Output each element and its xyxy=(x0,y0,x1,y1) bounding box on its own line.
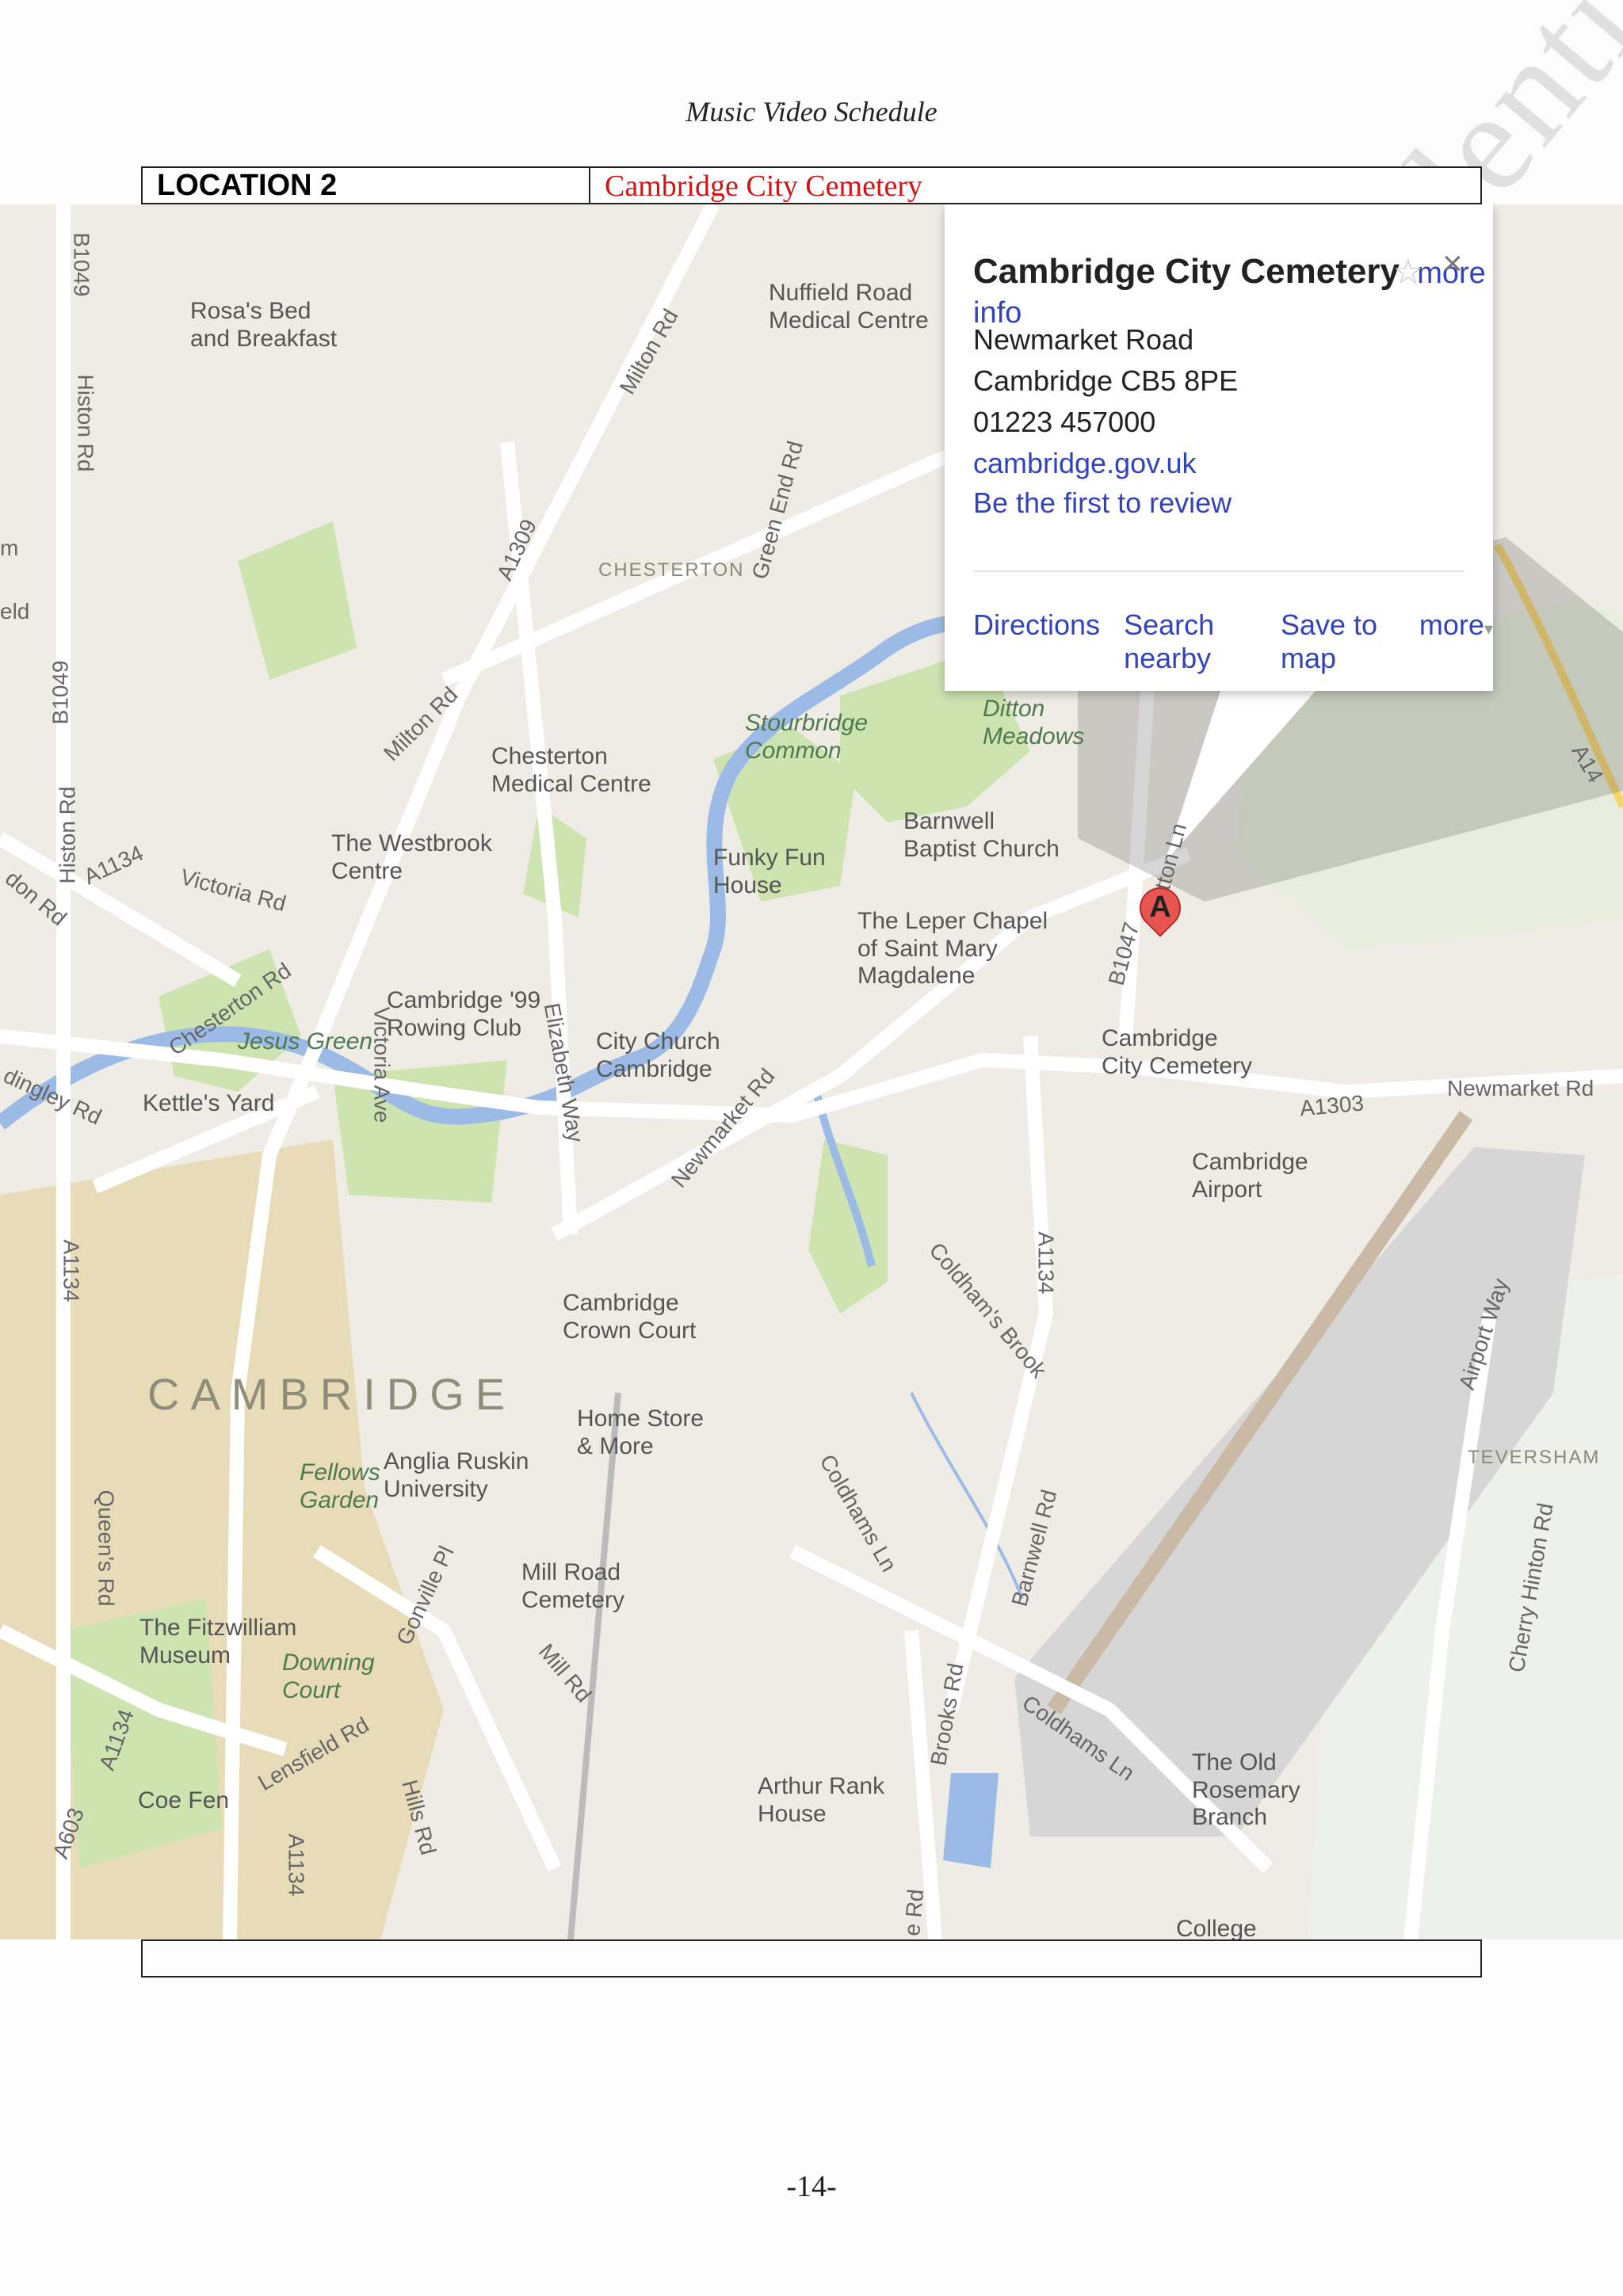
road-histon-2: Histon Rd xyxy=(55,786,80,884)
road-e-rd: e Rd xyxy=(899,1888,929,1937)
place-arthur-rank: Arthur Rank House xyxy=(758,1773,885,1827)
place-college: College xyxy=(1176,1916,1257,1939)
place-airport: Cambridge Airport xyxy=(1192,1149,1308,1203)
place-ditton: Ditton Meadows xyxy=(983,696,1085,749)
save-to-map-link[interactable]: Save to map xyxy=(1281,608,1396,675)
directions-link[interactable]: Directions xyxy=(973,608,1100,675)
place-kettles-yard: Kettle's Yard xyxy=(143,1090,275,1116)
place-teversham: TEVERSHAM xyxy=(1468,1447,1601,1468)
place-chesterton-medical: Chesterton Medical Centre xyxy=(491,743,651,797)
search-nearby-link[interactable]: Search nearby xyxy=(1124,608,1257,675)
place-leper-chapel: The Leper Chapel of Saint Mary Magdalene xyxy=(857,908,1048,989)
info-review-link[interactable]: Be the first to review xyxy=(973,486,1232,520)
info-divider xyxy=(973,570,1465,572)
info-title-text: Cambridge City Cemetery xyxy=(973,252,1400,291)
place-chesterton: CHESTERTON xyxy=(598,559,745,581)
info-address-line1: Newmarket Road xyxy=(973,323,1194,356)
road-a1134-vert: A1134 xyxy=(1033,1231,1059,1295)
place-crown-court: Cambridge Crown Court xyxy=(563,1290,697,1344)
place-city-church: City Church Cambridge xyxy=(596,1028,720,1082)
place-downing-court: Downing Court xyxy=(282,1650,375,1703)
info-actions: Directions Search nearby Save to map mor… xyxy=(973,608,1493,675)
road-newmarket-rd-right: Newmarket Rd xyxy=(1447,1076,1594,1100)
place-barnwell-baptist: Barnwell Baptist Church xyxy=(903,808,1060,862)
place-rosas: Rosa's Bed and Breakfast xyxy=(190,298,338,352)
place-anglia-ruskin: Anglia Ruskin University xyxy=(384,1448,529,1502)
footer-box xyxy=(141,1939,1482,1978)
road-a1134-lower-left: A1134 xyxy=(59,1239,84,1302)
place-nuffield: Nuffield Road Medical Centre xyxy=(769,280,929,334)
page-number: -14- xyxy=(786,2170,837,2203)
info-address-line2: Cambridge CB5 8PE xyxy=(973,364,1239,397)
place-stourbridge: Stourbridge Common xyxy=(745,710,869,764)
place-fellows-garden: Fellows Garden xyxy=(300,1459,380,1513)
info-website-link[interactable]: cambridge.gov.uk xyxy=(973,447,1196,480)
road-queens-rd: Queen's Rd xyxy=(94,1489,119,1607)
page-header-title: Music Video Schedule xyxy=(685,96,938,128)
location-value: Cambridge City Cemetery xyxy=(605,170,923,203)
place-rowing-club: Cambridge '99 Rowing Club xyxy=(387,987,541,1041)
place-fitzwilliam: The Fitzwilliam Museum xyxy=(139,1615,297,1669)
location-table: LOCATION 2 Cambridge City Cemetery xyxy=(141,166,1482,204)
place-funky-fun: Funky Fun House xyxy=(713,845,826,898)
place-mill-road-cemetery: Mill Road Cemetery xyxy=(521,1559,625,1613)
more-dropdown-label: more xyxy=(1419,608,1484,641)
more-dropdown[interactable]: more▾ xyxy=(1419,608,1493,675)
road-b1049-top: B1049 xyxy=(69,232,94,297)
road-b1049-mid: B1049 xyxy=(48,660,73,725)
place-cemetery: Cambridge City Cemetery xyxy=(1102,1025,1253,1079)
place-westbrook: The Westbrook Centre xyxy=(331,830,492,884)
star-icon[interactable]: ☆ xyxy=(1392,252,1423,292)
chevron-down-icon: ▾ xyxy=(1484,619,1493,639)
road-m: m xyxy=(0,536,19,560)
place-coe-fen: Coe Fen xyxy=(138,1787,230,1814)
info-phone: 01223 457000 xyxy=(973,406,1156,438)
map-view[interactable]: Rosa's Bed and Breakfast Nuffield Road Med… xyxy=(0,204,1623,1939)
place-info-window: Cambridge City Cemetery more info ☆ × Ne… xyxy=(945,204,1493,691)
place-jesus-green: Jesus Green xyxy=(238,1028,373,1055)
place-old-rosemary: The Old Rosemary Branch xyxy=(1192,1749,1300,1830)
road-histon-1: Histon Rd xyxy=(73,374,98,472)
road-a1134-bottom: A1134 xyxy=(284,1833,309,1897)
road-victoria-ave: Victoria Ave xyxy=(369,1006,395,1123)
place-cambridge: CAMBRIDGE xyxy=(147,1369,517,1419)
road-eld: eld xyxy=(0,599,30,624)
map-marker-letter: A xyxy=(1149,891,1171,924)
location-label: LOCATION 2 xyxy=(143,168,590,203)
place-home-store: Home Store & More xyxy=(577,1405,705,1459)
close-icon[interactable]: × xyxy=(1442,244,1463,284)
